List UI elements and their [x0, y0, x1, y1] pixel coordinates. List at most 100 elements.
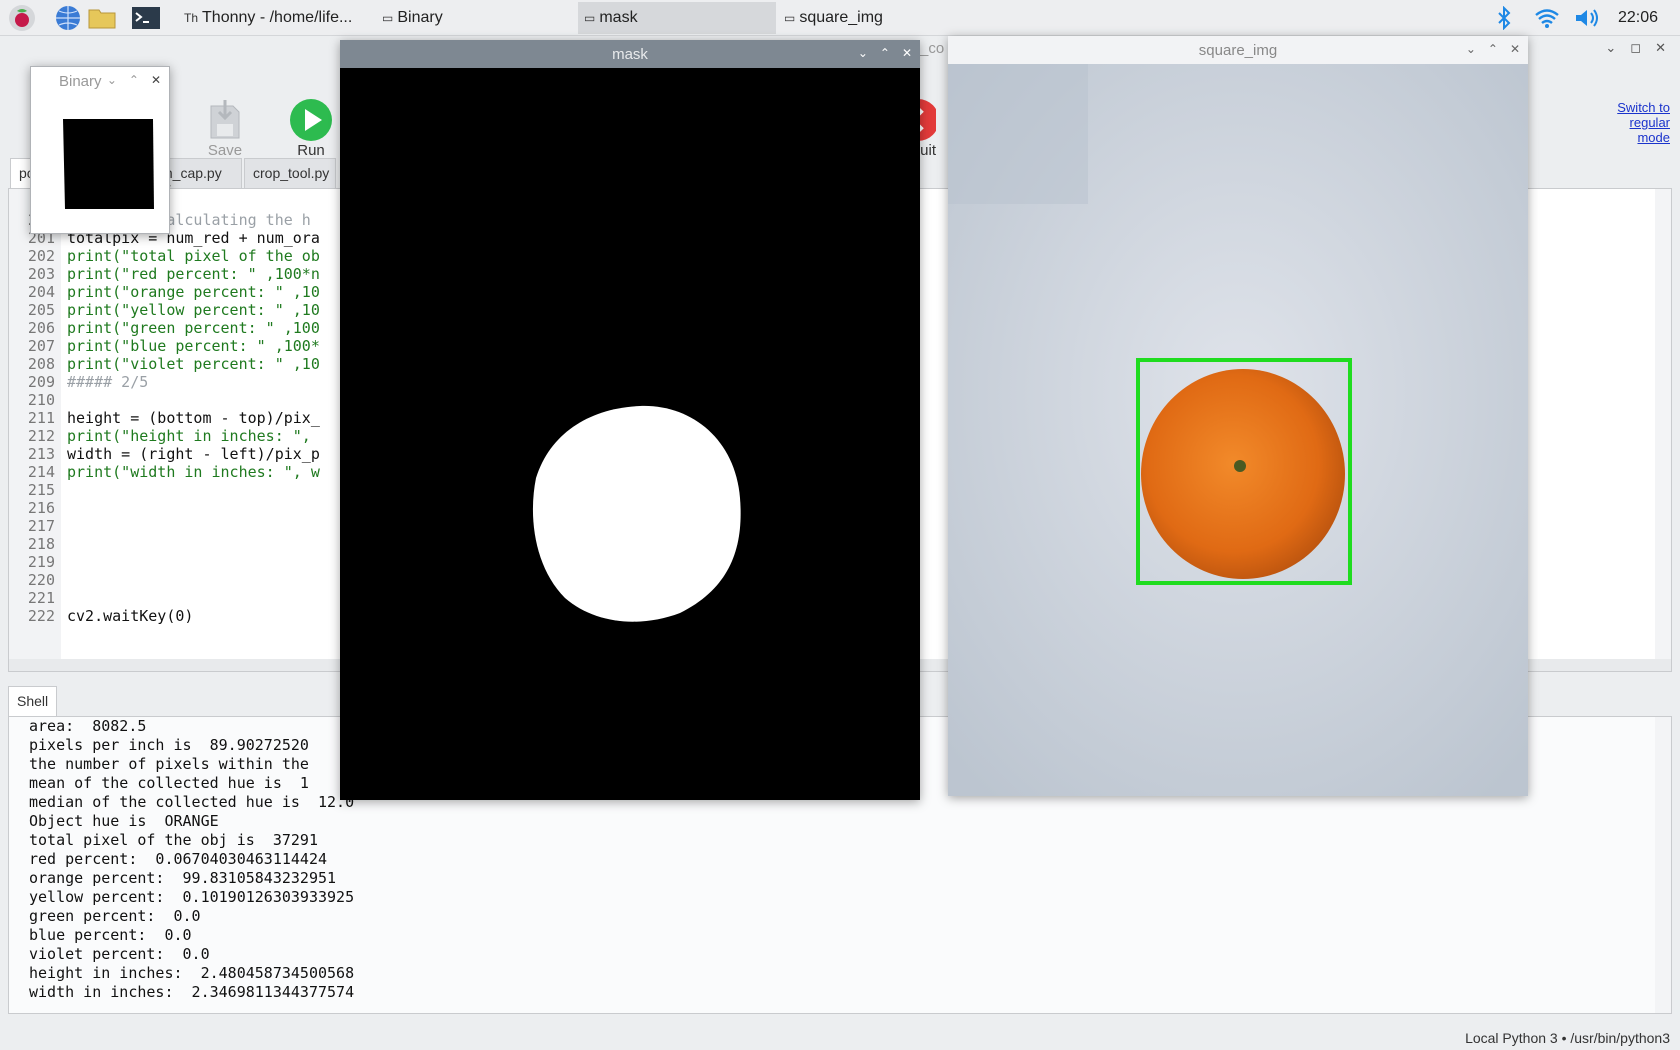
line-number: 204 [27, 283, 55, 301]
code-text: print("green percent: " ,100 [67, 319, 320, 337]
raspberry-menu-icon[interactable] [6, 4, 38, 32]
save-icon [210, 100, 240, 139]
shell-vertical-scrollbar[interactable] [1655, 717, 1671, 1013]
maximize-icon[interactable]: ⌃ [1488, 42, 1498, 56]
editor-vertical-scrollbar[interactable] [1655, 189, 1671, 671]
mask-image [340, 68, 920, 800]
minimize-icon[interactable]: ⌄ [858, 46, 868, 60]
close-icon[interactable]: ✕ [902, 46, 912, 60]
code-line: 219 [9, 553, 61, 572]
shell-line: green percent: 0.0 [29, 907, 201, 925]
line-number: 215 [27, 481, 55, 499]
code-line: 215 [9, 481, 61, 500]
tab-crop-tool[interactable]: crop_tool.py [244, 158, 336, 188]
code-line: 220 [9, 571, 61, 590]
file-manager-icon[interactable] [86, 4, 118, 32]
line-number: 213 [27, 445, 55, 463]
code-text: ##### 2/5 [67, 373, 149, 391]
line-number: 211 [27, 409, 55, 427]
window-title: mask [612, 45, 648, 63]
tab-label: m_cap.py [161, 165, 222, 181]
link-line: mode [1637, 130, 1670, 145]
mask-window[interactable]: mask ⌄ ⌃ ✕ [340, 40, 920, 800]
code-line: 212 print("height in inches: ", [9, 427, 311, 446]
volume-icon[interactable] [1574, 4, 1602, 32]
square-img-window[interactable]: square_img ⌄ ⌃ ✕ [948, 36, 1528, 796]
code-line: 207 print("blue percent: " ,100* [9, 337, 320, 356]
maximize-icon[interactable]: ◻ [1630, 40, 1641, 56]
run-label: Run [297, 142, 325, 159]
wifi-icon[interactable] [1534, 4, 1560, 32]
code-text: print("yellow percent: " ,10 [67, 301, 320, 319]
shell-line: red percent: 0.06704030463114424 [29, 850, 328, 868]
save-button[interactable]: Save [190, 98, 260, 159]
shell-line: violet percent: 0.0 [29, 945, 210, 963]
switch-to-regular-mode-link[interactable]: Switch to regular mode [1617, 100, 1670, 145]
shell-line: total pixel of the obj is 37291 [29, 831, 318, 849]
line-number: 207 [27, 337, 55, 355]
code-line: 214 print("width in inches: ", w [9, 463, 320, 482]
shell-line: blue percent: 0.0 [29, 926, 192, 944]
minimize-icon[interactable]: ⌄ [1466, 42, 1476, 56]
task-square-img[interactable]: ▭ square_img [778, 2, 978, 34]
task-label: Thonny - /home/life... [202, 9, 353, 26]
line-number: 214 [27, 463, 55, 481]
minimize-icon[interactable]: ⌄ [107, 73, 117, 87]
close-icon[interactable]: ✕ [151, 73, 161, 87]
run-icon [290, 99, 332, 141]
shell-line: the number of pixels within the [29, 755, 309, 773]
line-number: 218 [27, 535, 55, 553]
close-icon[interactable]: ✕ [1655, 40, 1666, 56]
code-text: height = (bottom - top)/pix_ [67, 409, 320, 427]
binary-image [63, 119, 154, 209]
terminal-icon[interactable] [130, 4, 162, 32]
task-label: mask [599, 9, 638, 26]
code-text: print("blue percent: " ,100* [67, 337, 320, 355]
window-title: Binary [59, 72, 102, 90]
line-number: 220 [27, 571, 55, 589]
shell-line: height in inches: 2.480458734500568 [29, 964, 355, 982]
status-bar: Local Python 3 • /usr/bin/python3 [1465, 1030, 1670, 1046]
shell-line: median of the collected hue is 12.0 [29, 793, 355, 811]
tab-label: Shell [17, 693, 49, 709]
close-icon[interactable]: ✕ [1510, 42, 1520, 56]
code-text: print("width in inches: ", w [67, 463, 320, 481]
link-line: regular [1629, 115, 1670, 130]
shell-line: area: 8082.5 [29, 717, 147, 735]
quit-label: uit [920, 142, 936, 159]
line-number: 216 [27, 499, 55, 517]
line-number: 219 [27, 553, 55, 571]
save-label: Save [207, 142, 243, 159]
square-img-titlebar[interactable]: square_img [948, 36, 1528, 64]
bluetooth-icon[interactable] [1496, 4, 1512, 32]
code-line: 203 print("red percent: " ,100*n [9, 265, 320, 284]
code-line: 218 [9, 535, 61, 554]
code-line: 217 [9, 517, 61, 536]
task-mask[interactable]: ▭ mask [578, 2, 776, 34]
web-browser-icon[interactable] [52, 4, 84, 32]
task-thonny[interactable]: Th Thonny - /home/life... [178, 2, 374, 34]
maximize-icon[interactable]: ⌃ [880, 46, 890, 60]
line-number: 206 [27, 319, 55, 337]
code-text: print("orange percent: " ,10 [67, 283, 320, 301]
code-text: print("total pixel of the ob [67, 247, 320, 265]
code-line: 221 [9, 589, 61, 608]
thonny-window-controls: ⌄ ◻ ✕ [1605, 40, 1666, 56]
run-button[interactable]: Run [276, 98, 346, 159]
shell-line: Object hue is ORANGE [29, 812, 219, 830]
code-line: 216 [9, 499, 61, 518]
task-binary[interactable]: ▭ Binary [376, 2, 574, 34]
window-title: square_img [1198, 41, 1278, 59]
binary-window[interactable]: Binary ⌄ ⌃ ✕ [30, 66, 170, 234]
taskbar: Th Thonny - /home/life... ▭ Binary ▭ mas… [0, 0, 1680, 36]
tab-label: crop_tool.py [253, 165, 330, 181]
line-number: 205 [27, 301, 55, 319]
square-img-window-controls: ⌄ ⌃ ✕ [1466, 42, 1520, 56]
code-text: cv2.waitKey(0) [67, 607, 194, 625]
tab-shell[interactable]: Shell [8, 686, 58, 716]
maximize-icon[interactable]: ⌃ [129, 73, 139, 87]
mask-titlebar[interactable]: mask [340, 40, 920, 68]
code-line: 206 print("green percent: " ,100 [9, 319, 320, 338]
minimize-icon[interactable]: ⌄ [1605, 40, 1616, 56]
task-label: Binary [397, 9, 443, 26]
